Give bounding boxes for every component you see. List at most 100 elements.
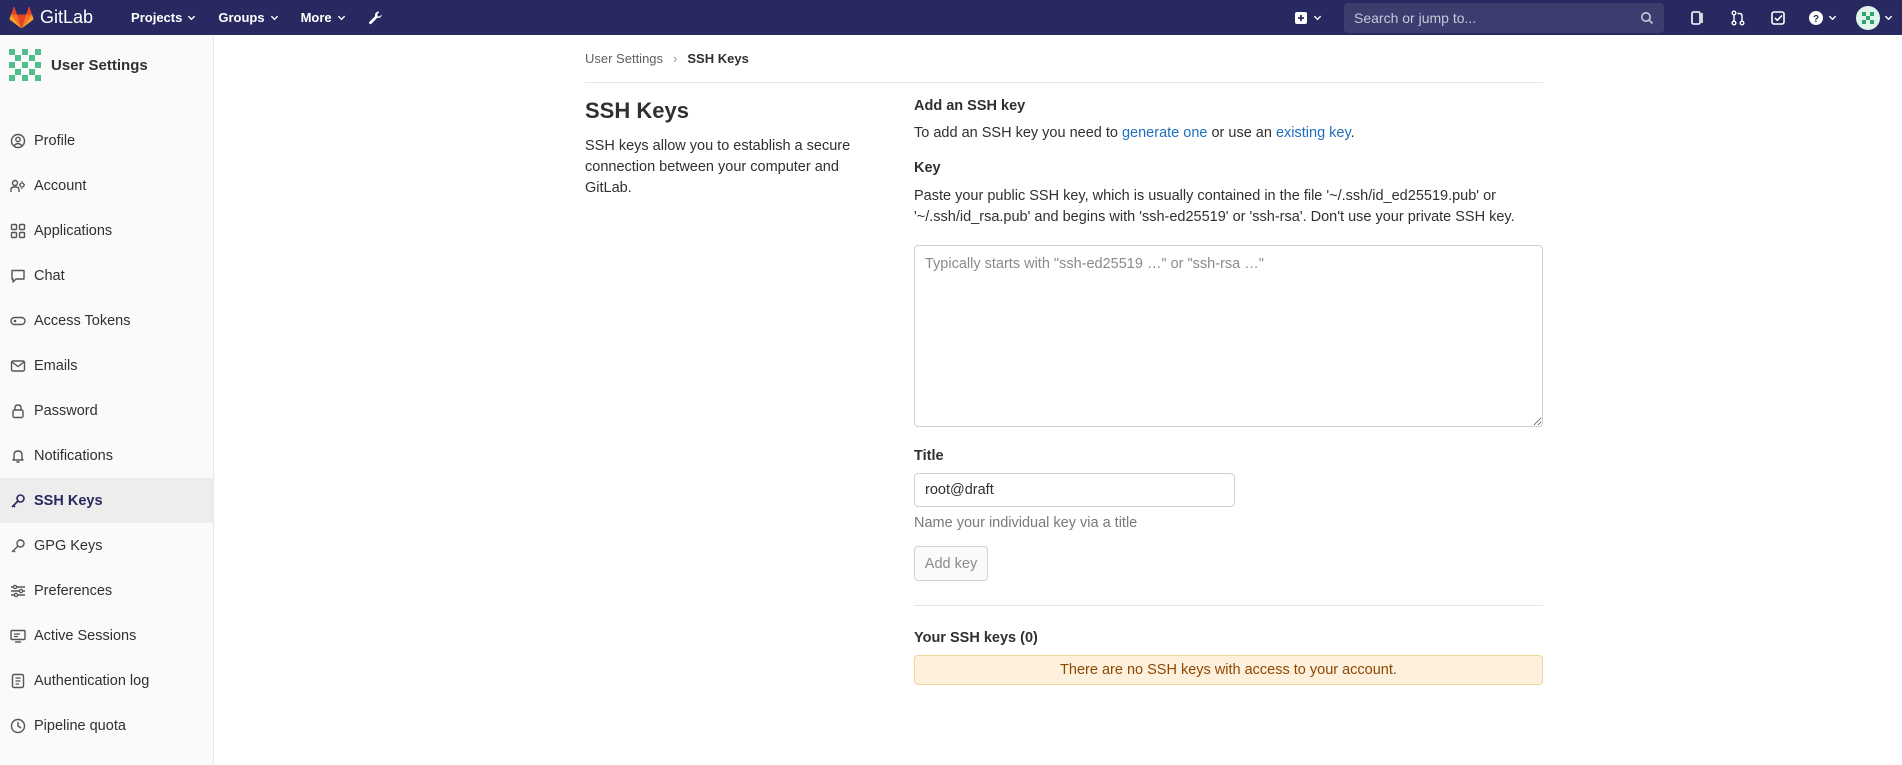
todos-button[interactable] [1758,0,1798,35]
sidebar-item-chat[interactable]: Chat [0,253,213,298]
chevron-down-icon [1313,15,1322,21]
monitor-icon [10,629,26,643]
sidebar-header[interactable]: User Settings [0,35,213,95]
page-description: SSH keys allow you to establish a secure… [585,138,851,196]
sidebar-item-notifications[interactable]: Notifications [0,433,213,478]
svg-text:?: ? [1812,14,1818,25]
search-icon [1641,11,1654,24]
intro-section: SSH Keys SSH keys allow you to establish… [585,98,865,199]
sidebar-item-label: Authentication log [34,672,150,689]
sidebar-item-label: Profile [34,132,76,149]
sidebar-item-label: Chat [34,267,65,284]
add-key-instructions: To add an SSH key you need to generate o… [914,125,1543,141]
sidebar-item-emails[interactable]: Emails [0,343,213,388]
admin-wrench-icon[interactable] [368,10,384,26]
chat-icon [11,269,25,283]
sidebar-item-gpg-keys[interactable]: GPG Keys [0,523,213,568]
sidebar-item-label: Preferences [34,582,113,599]
your-ssh-keys-heading: Your SSH keys (0) [914,630,1038,646]
breadcrumb-separator: › [673,51,678,66]
instructions-text: . [1350,125,1355,141]
token-icon [10,316,26,325]
nav-projects[interactable]: Projects [131,10,196,25]
title-label: Title [914,448,944,464]
sidebar-item-label: Notifications [34,447,113,464]
log-icon [11,673,25,688]
issues-button[interactable] [1678,0,1718,35]
sidebar-item-label: Pipeline quota [34,717,126,734]
sidebar-item-label: GPG Keys [34,537,103,554]
nav-groups-label: Groups [218,10,265,25]
nav-groups[interactable]: Groups [218,10,278,25]
sidebar-item-applications[interactable]: Applications [0,208,213,253]
sidebar-item-authentication-log[interactable]: Authentication log [0,658,213,703]
sidebar-item-preferences[interactable]: Preferences [0,568,213,613]
gitlab-logo-icon [9,6,34,28]
generate-one-link[interactable]: generate one [1122,125,1207,141]
new-dropdown-button[interactable] [1294,11,1322,25]
plus-square-icon [1295,11,1307,24]
chevron-down-icon [1828,15,1836,21]
add-key-button[interactable]: Add key [914,546,988,581]
mail-icon [10,359,26,372]
brand-name: GitLab [40,7,94,27]
divider [914,605,1543,606]
account-icon [10,179,25,192]
search-box[interactable] [1344,2,1664,33]
bell-icon [12,449,24,463]
sidebar-title: User Settings [51,56,148,74]
todo-check-icon [1771,10,1785,25]
sidebar-item-access-tokens[interactable]: Access Tokens [0,298,213,343]
user-avatar-icon [1855,5,1880,30]
profile-icon [10,133,26,148]
sidebar-item-label: Emails [34,357,78,374]
top-navbar: GitLab Projects Groups More Search or ju… [0,0,1902,35]
add-ssh-key-section: Add an SSH key To add an SSH key you nee… [914,98,1543,685]
user-menu-button[interactable] [1846,0,1902,35]
sidebar-item-label: Access Tokens [34,312,131,329]
nav-more[interactable]: More [301,10,346,25]
nav-more-label: More [300,10,332,25]
ssh-key-textarea[interactable] [914,245,1543,427]
quota-icon [10,718,26,733]
search-input[interactable] [1354,9,1640,26]
chevron-down-icon [337,15,345,21]
gitlab-home-link[interactable]: GitLab [9,6,94,29]
key-label: Key [914,160,941,176]
chevron-down-icon [270,15,278,21]
help-icon: ? [1808,10,1823,25]
sidebar-item-active-sessions[interactable]: Active Sessions [0,613,213,658]
sidebar-item-pipeline-quota[interactable]: Pipeline quota [0,703,213,748]
existing-key-link[interactable]: existing key [1276,125,1351,141]
help-dropdown-button[interactable]: ? [1798,0,1846,35]
sidebar-item-profile[interactable]: Profile [0,118,213,163]
page-title: SSH Keys [585,98,689,123]
add-key-heading: Add an SSH key [914,98,1026,114]
breadcrumb-user-settings[interactable]: User Settings [585,51,663,66]
issues-icon [1691,10,1703,25]
breadcrumb: User Settings › SSH Keys [585,51,749,66]
chevron-down-icon [188,15,196,21]
key-help-text: Paste your public SSH key, which is usua… [914,188,1515,225]
sidebar-item-label: Password [34,402,98,419]
sidebar-item-label: Applications [34,222,113,239]
sidebar-item-label: SSH Keys [34,492,103,509]
instructions-text: To add an SSH key you need to [914,125,1122,141]
nav-projects-label: Projects [131,10,183,25]
sidebar-item-account[interactable]: Account [0,163,213,208]
sidebar-item-password[interactable]: Password [0,388,213,433]
breadcrumb-current[interactable]: SSH Keys [687,51,748,66]
key-icon [11,538,25,552]
title-input[interactable] [914,473,1235,507]
chevron-down-icon [1884,15,1892,21]
instructions-text: or use an [1207,125,1276,141]
preferences-icon [11,584,25,597]
sidebar-item-ssh-keys[interactable]: SSH Keys [0,478,213,523]
key-icon [11,493,25,508]
lock-icon [12,403,24,418]
topbar-right: ? [1294,0,1902,35]
merge-requests-button[interactable] [1718,0,1758,35]
sidebar-item-label: Account [34,177,87,194]
applications-icon [10,223,26,238]
merge-request-icon [1731,10,1745,25]
